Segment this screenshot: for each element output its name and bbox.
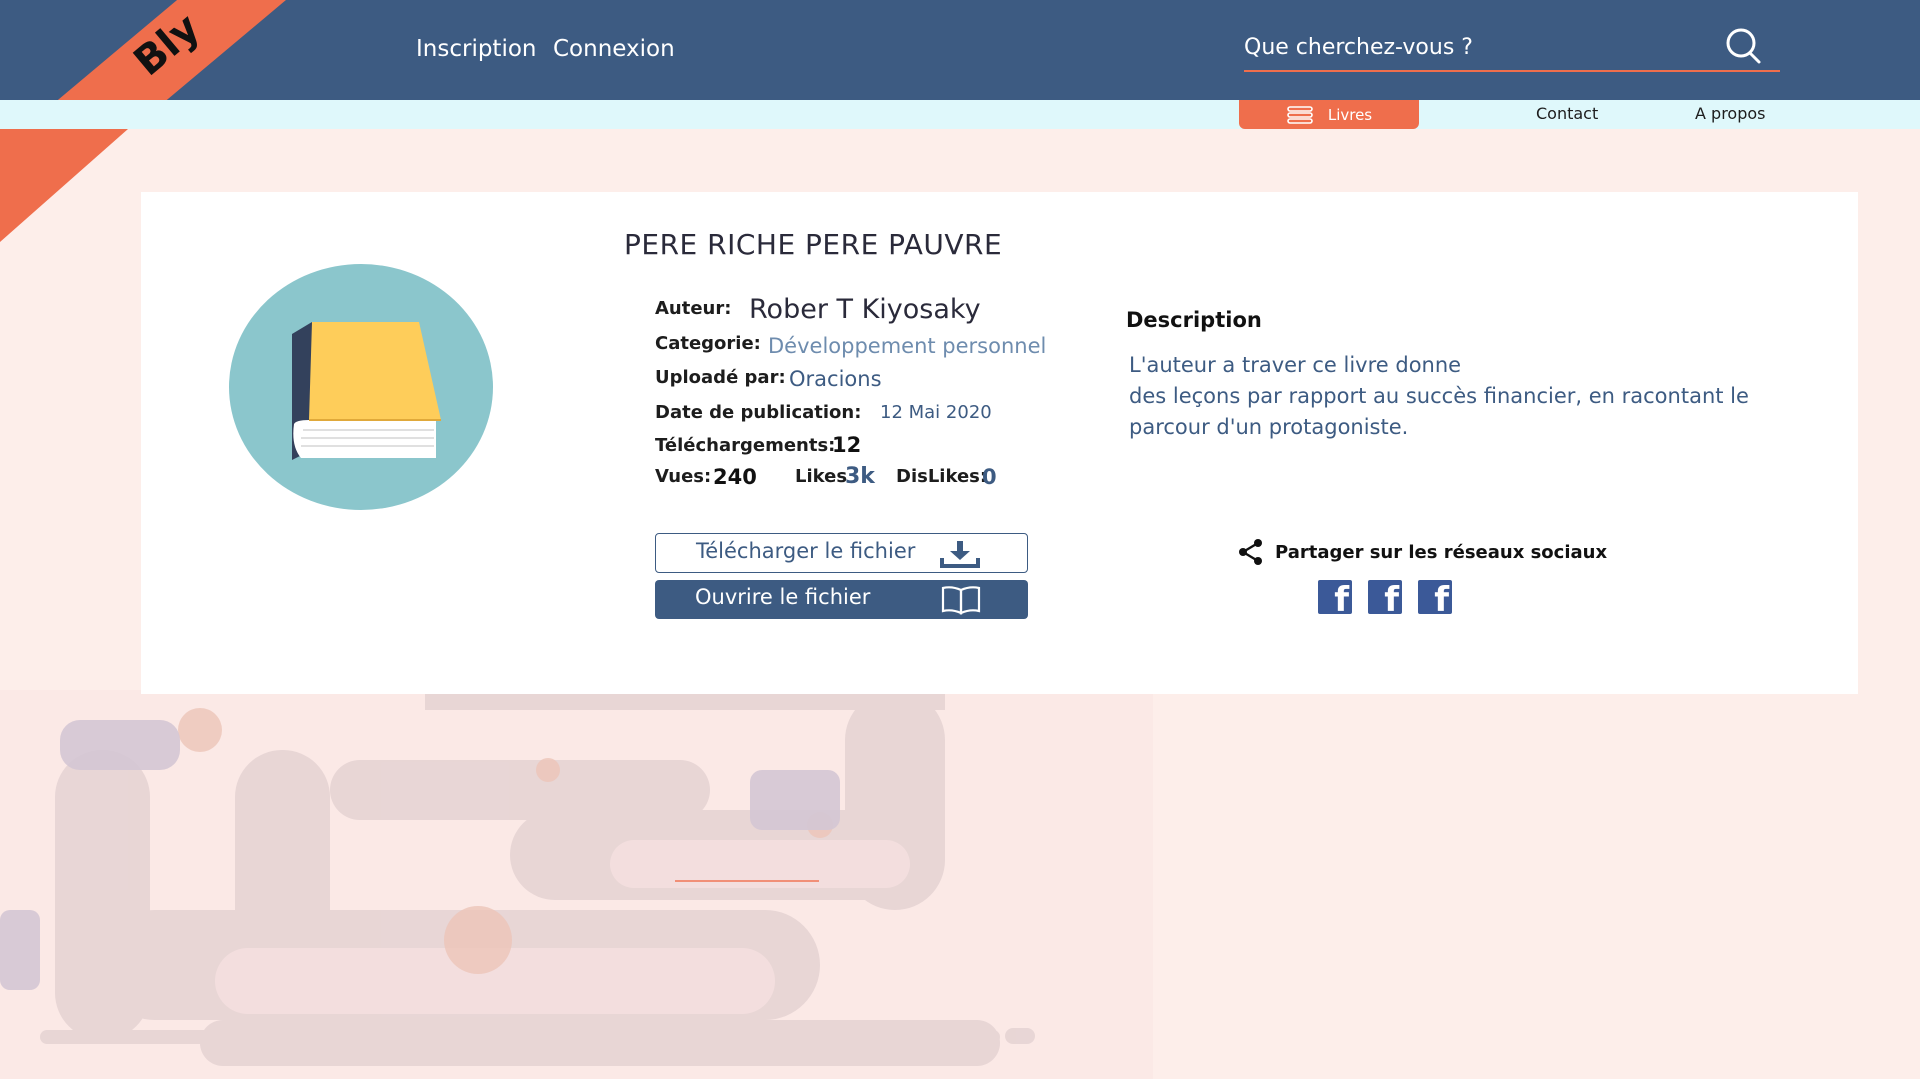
sub-nav-bar [0, 100, 1920, 129]
tab-livres-label: Livres [1327, 105, 1373, 124]
views-count: 240 [713, 465, 757, 489]
facebook-icon[interactable]: f [1318, 580, 1352, 614]
search-icon[interactable] [1724, 26, 1764, 66]
facebook-icon[interactable]: f [1368, 580, 1402, 614]
uploader-label: Uploadé par: [655, 367, 786, 388]
share-label: Partager sur les réseaux sociaux [1275, 541, 1608, 563]
category-value[interactable]: Développement personnel [768, 334, 1046, 358]
nav-connexion-link[interactable]: Connexion [553, 36, 675, 62]
download-file-label: Télécharger le fichier [696, 539, 916, 563]
author-label: Auteur: [655, 298, 732, 319]
download-file-button[interactable]: Télécharger le fichier [655, 533, 1028, 573]
tab-livres[interactable]: Livres [1239, 100, 1419, 129]
downloads-label: Téléchargements: [655, 435, 836, 456]
description-text: L'auteur a traver ce livre donne des leç… [1129, 353, 1749, 439]
share-icon[interactable] [1237, 538, 1265, 566]
likes-count[interactable]: 3k [845, 464, 875, 489]
book-icon [229, 264, 493, 510]
author-value[interactable]: Rober T Kiyosaky [749, 294, 981, 325]
logo-ribbon: Bly [0, 0, 290, 100]
search-bar [1244, 24, 1780, 72]
nav-contact-link[interactable]: Contact [1536, 104, 1598, 123]
publication-date-label: Date de publication: [655, 402, 862, 423]
open-file-button[interactable]: Ouvrire le fichier [655, 580, 1028, 619]
likes-label: Likes [795, 466, 848, 487]
downloads-count: 12 [832, 433, 862, 457]
open-book-icon [941, 586, 981, 615]
views-label: Vues: [655, 466, 712, 487]
dislikes-label: DisLikes: [896, 466, 988, 487]
background-illustration [0, 690, 1153, 1079]
share-section: Partager sur les réseaux sociaux [1237, 538, 1607, 566]
description-title: Description [1126, 308, 1262, 332]
decorative-line [675, 880, 819, 882]
corner-decoration [0, 129, 128, 242]
uploader-value[interactable]: Oracions [789, 367, 882, 391]
category-label: Categorie: [655, 333, 761, 354]
dislikes-count[interactable]: 0 [982, 465, 997, 489]
search-input[interactable] [1244, 30, 1704, 64]
download-icon [940, 541, 980, 568]
books-icon [1287, 105, 1313, 124]
book-title: PERE RICHE PERE PAUVRE [624, 228, 1003, 261]
nav-inscription-link[interactable]: Inscription [416, 36, 537, 62]
facebook-icon[interactable]: f [1418, 580, 1452, 614]
open-file-label: Ouvrire le fichier [695, 585, 871, 609]
nav-apropos-link[interactable]: A propos [1695, 104, 1765, 123]
publication-date-value: 12 Mai 2020 [880, 402, 992, 423]
